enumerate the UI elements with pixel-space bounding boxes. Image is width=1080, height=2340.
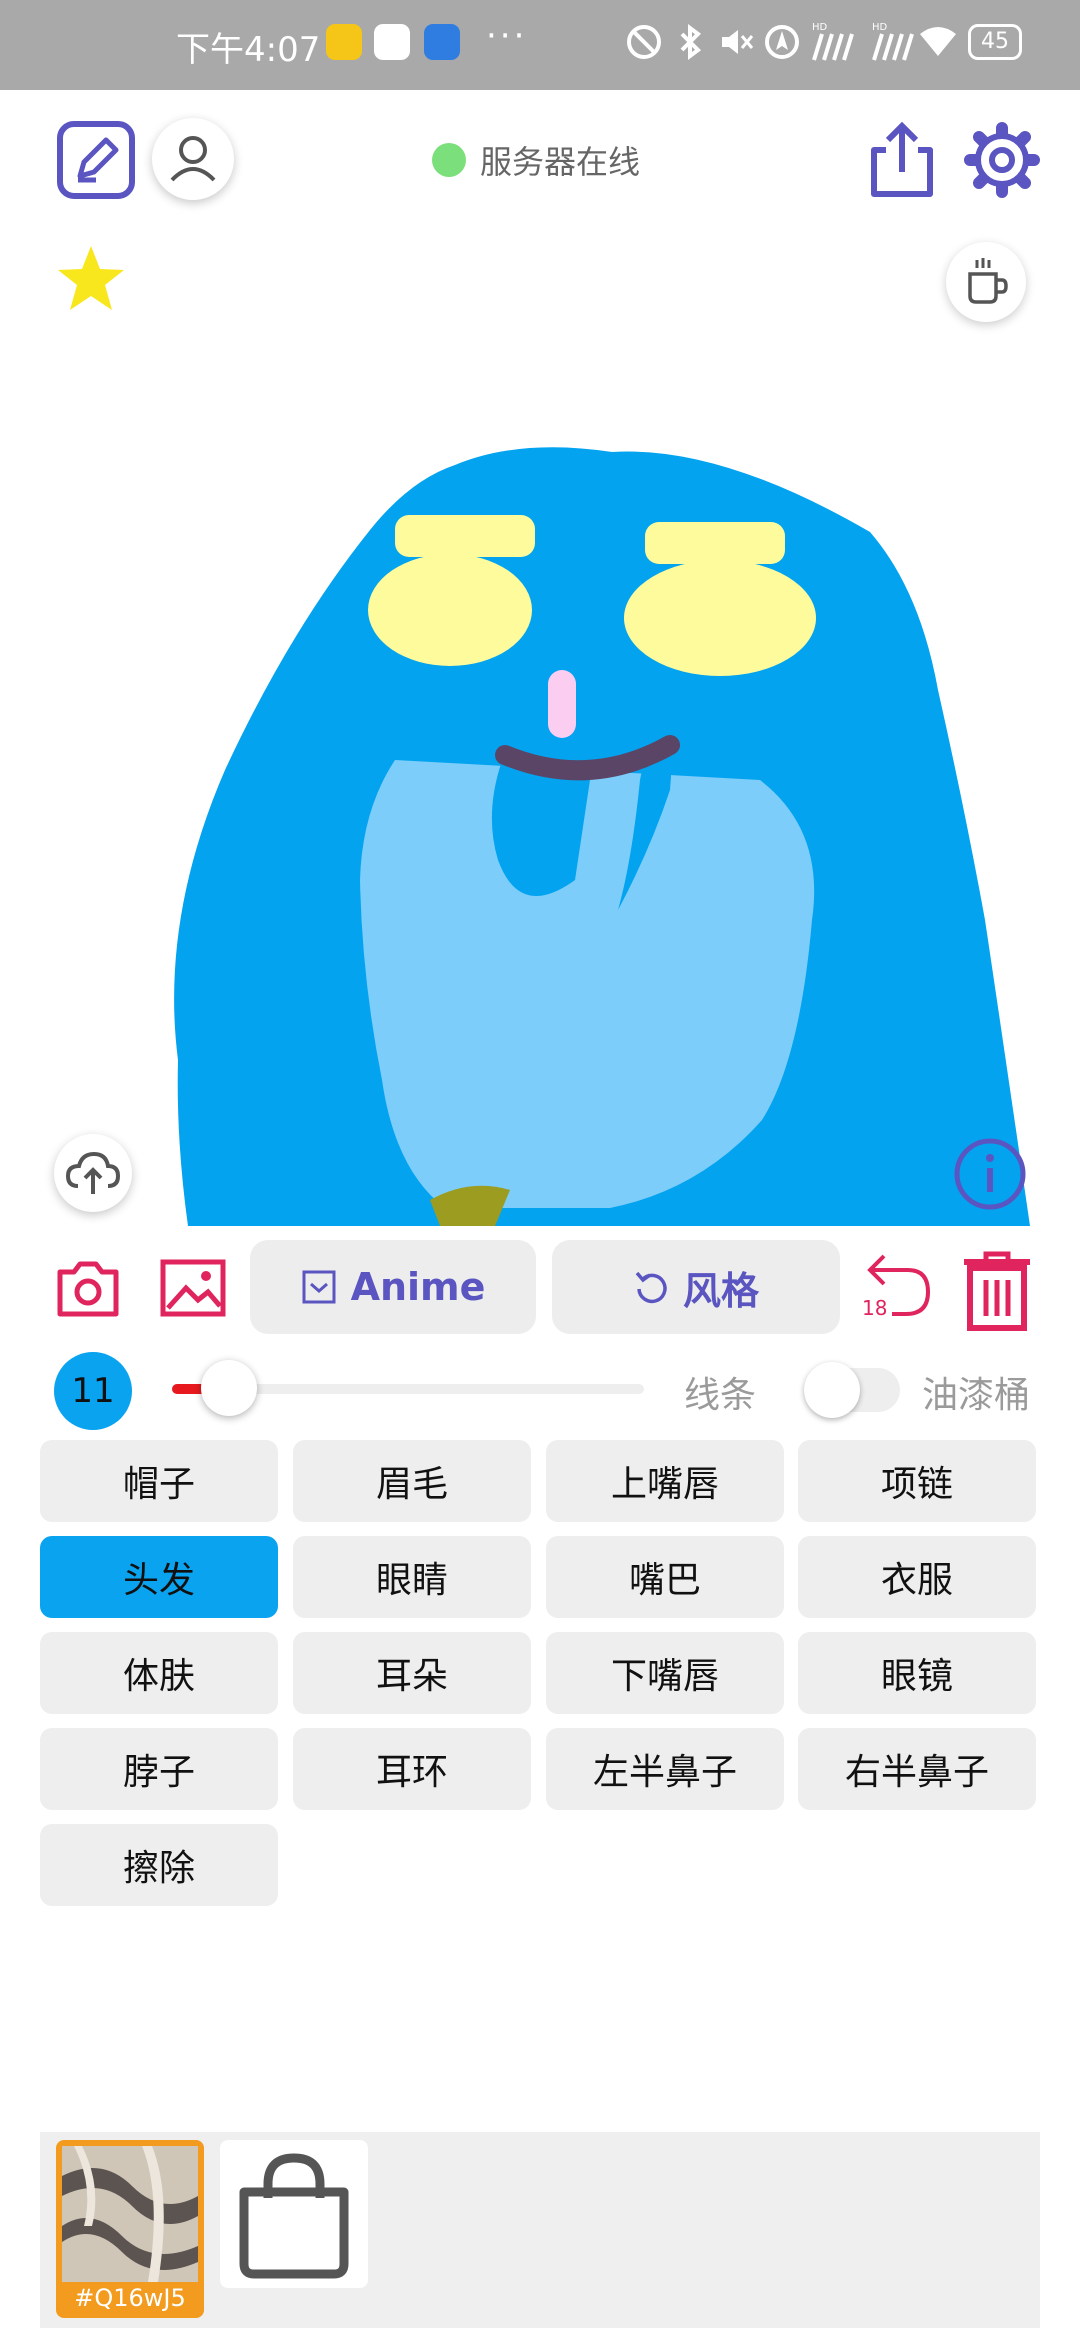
more-notifications-icon: ··· xyxy=(486,16,528,56)
line-mode-label: 线条 xyxy=(684,1375,757,1416)
status-time: 下午4:07 xyxy=(176,30,321,70)
right-eye xyxy=(624,560,816,676)
paint-bucket-toggle[interactable] xyxy=(804,1362,900,1418)
saved-drawing-thumbnail xyxy=(62,2146,198,2282)
qq-app-icon xyxy=(374,24,410,60)
part-button-hair[interactable]: 头发 xyxy=(40,1536,278,1618)
trash-icon[interactable] xyxy=(960,1248,1034,1332)
status-bar: 下午4:07 ··· HD HD 45 xyxy=(0,0,1080,90)
paint-bucket-label: 油漆桶 xyxy=(922,1375,1031,1416)
right-eyebrow xyxy=(645,522,785,564)
undo-count: 18 xyxy=(862,1296,888,1320)
saved-drawing-card[interactable]: #Q16wJ5 xyxy=(56,2140,204,2318)
check-box-icon xyxy=(302,1270,336,1304)
part-button-neck[interactable]: 脖子 xyxy=(40,1728,278,1810)
anime-generate-button[interactable]: Anime xyxy=(250,1240,536,1334)
part-button-eyebrows[interactable]: 眉毛 xyxy=(293,1440,531,1522)
donate-button[interactable] xyxy=(946,242,1026,322)
part-button-necklace[interactable]: 项链 xyxy=(798,1440,1036,1522)
part-button-skin[interactable]: 体肤 xyxy=(40,1632,278,1714)
cloud-upload-icon xyxy=(65,1151,121,1194)
signal-hd-1-icon: HD xyxy=(812,22,854,61)
rotate-left-icon xyxy=(635,1271,667,1304)
server-status: 服务器在线 xyxy=(432,140,641,181)
part-button-upper-lip[interactable]: 上嘴唇 xyxy=(546,1440,784,1522)
mute-icon xyxy=(722,30,754,54)
anime-button-label: Anime xyxy=(350,1265,486,1309)
part-button-eyes[interactable]: 眼睛 xyxy=(293,1536,531,1618)
left-eyebrow xyxy=(395,515,535,557)
part-button-ears[interactable]: 耳朵 xyxy=(293,1632,531,1714)
part-button-mouth[interactable]: 嘴巴 xyxy=(546,1536,784,1618)
notes-app-icon xyxy=(326,24,362,60)
wifi-icon xyxy=(920,27,956,56)
shopping-bag-icon xyxy=(239,2153,349,2279)
battery-indicator: 45 xyxy=(968,24,1022,60)
star-icon[interactable] xyxy=(56,244,126,314)
part-button-clothes[interactable]: 衣服 xyxy=(798,1536,1036,1618)
gear-icon[interactable] xyxy=(962,120,1042,200)
cloud-upload-button[interactable] xyxy=(54,1134,132,1212)
image-icon[interactable] xyxy=(158,1254,228,1322)
toggle-knob xyxy=(804,1362,860,1418)
left-eye xyxy=(368,554,532,666)
part-button-earrings[interactable]: 耳环 xyxy=(293,1728,531,1810)
dnd-icon xyxy=(627,25,661,59)
nose xyxy=(548,670,576,738)
style-button[interactable]: 风格 xyxy=(552,1240,840,1334)
svg-text:HD: HD xyxy=(812,22,828,33)
server-status-text: 服务器在线 xyxy=(480,143,641,181)
part-button-hat[interactable]: 帽子 xyxy=(40,1440,278,1522)
edit-icon[interactable] xyxy=(56,120,136,200)
share-icon[interactable] xyxy=(866,120,938,200)
style-button-label: 风格 xyxy=(682,1268,759,1313)
svg-text:HD: HD xyxy=(872,22,888,33)
coffee-cup-icon xyxy=(968,258,1008,304)
online-indicator xyxy=(432,143,466,177)
user-profile-button[interactable] xyxy=(152,118,234,200)
bluetooth-icon xyxy=(680,24,702,60)
info-icon[interactable] xyxy=(952,1136,1028,1212)
camera-icon[interactable] xyxy=(54,1254,122,1322)
part-button-right-nose[interactable]: 右半鼻子 xyxy=(798,1728,1036,1810)
drawing-canvas[interactable] xyxy=(0,360,1080,1226)
shop-button[interactable] xyxy=(220,2140,368,2288)
part-button-lower-lip[interactable]: 下嘴唇 xyxy=(546,1632,784,1714)
location-icon xyxy=(765,25,799,59)
part-button-glasses[interactable]: 眼镜 xyxy=(798,1632,1036,1714)
brush-size-badge: 11 xyxy=(54,1352,132,1430)
browser-app-icon xyxy=(424,24,460,60)
part-button-left-nose[interactable]: 左半鼻子 xyxy=(546,1728,784,1810)
person-icon xyxy=(170,136,216,182)
part-button-erase[interactable]: 擦除 xyxy=(40,1824,278,1906)
saved-drawing-code: #Q16wJ5 xyxy=(74,2284,186,2312)
brush-size-slider-thumb[interactable] xyxy=(201,1360,257,1416)
